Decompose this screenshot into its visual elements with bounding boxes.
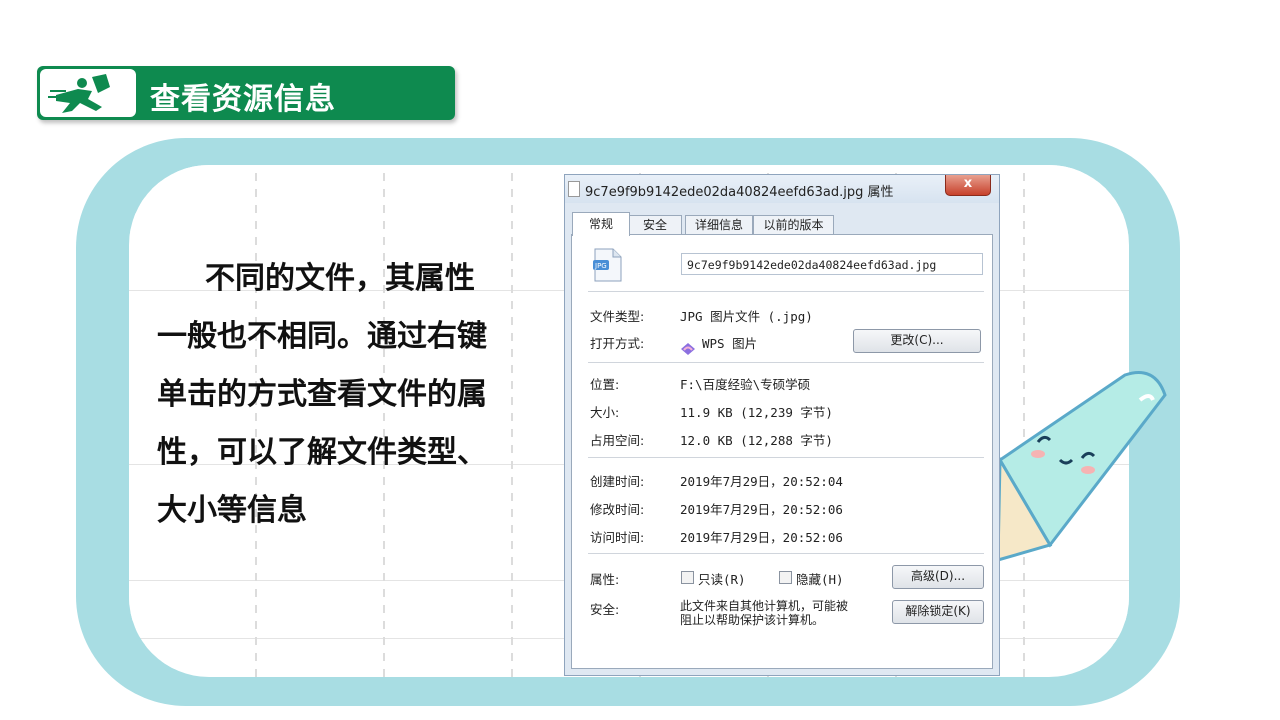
accessed-value: 2019年7月29日，20:52:06 [680,530,843,545]
wps-picture-icon [681,343,695,355]
open-with-label: 打开方式: [590,336,645,351]
change-button[interactable]: 更改(C)... [853,329,981,353]
tab-details[interactable]: 详细信息 [685,215,753,235]
advanced-button[interactable]: 高级(D)... [892,565,984,589]
tab-general[interactable]: 常规 [572,212,630,236]
dialog-titlebar[interactable]: 9c7e9f9b9142ede02da40824eefd63ad.jpg 属性 … [565,175,999,203]
divider [588,291,984,292]
modified-value: 2019年7月29日，20:52:06 [680,502,843,517]
general-panel: JPG 9c7e9f9b9142ede02da40824eefd63ad.jpg… [571,234,993,669]
close-button[interactable]: x [945,175,991,196]
jpg-file-icon: JPG [593,248,622,282]
tab-previous-versions[interactable]: 以前的版本 [753,215,834,235]
divider [588,457,984,458]
location-label: 位置: [590,377,620,392]
security-label: 安全: [590,602,620,617]
size-label: 大小: [590,405,620,420]
page-title: 查看资源信息 [150,82,336,117]
readonly-label: 只读(R) [698,572,746,587]
file-type-label: 文件类型: [590,309,645,324]
created-value: 2019年7月29日，20:52:04 [680,474,843,489]
disk-size-value: 12.0 KB (12,288 字节) [680,433,833,448]
divider [588,362,984,363]
file-icon [568,181,580,197]
hidden-checkbox[interactable] [779,571,792,584]
svg-text:JPG: JPG [594,262,607,270]
modified-label: 修改时间: [590,502,645,517]
file-properties-dialog: 9c7e9f9b9142ede02da40824eefd63ad.jpg 属性 … [564,174,1000,676]
dialog-title: 9c7e9f9b9142ede02da40824eefd63ad.jpg 属性 [585,185,894,200]
created-label: 创建时间: [590,474,645,489]
open-with-value: WPS 图片 [702,336,758,351]
pencil-mascot-icon [996,371,1167,563]
security-text-line-2: 阻止以帮助保护该计算机。 [680,613,825,627]
running-man-icon [40,69,136,117]
tab-security[interactable]: 安全 [628,215,682,235]
description-text: 不同的文件，其属性一般也不相同。通过右键单击的方式查看文件的属性，可以了解文件类… [157,261,487,528]
location-value: F:\百度经验\专硕学硕 [680,377,811,392]
file-type-value: JPG 图片文件 (.jpg) [680,309,813,324]
divider [588,553,984,554]
unblock-button[interactable]: 解除锁定(K) [892,600,984,624]
size-value: 11.9 KB (12,239 字节) [680,405,833,420]
disk-size-label: 占用空间: [590,433,645,448]
attributes-label: 属性: [590,572,620,587]
accessed-label: 访问时间: [590,530,645,545]
readonly-checkbox[interactable] [681,571,694,584]
filename-input[interactable]: 9c7e9f9b9142ede02da40824eefd63ad.jpg [681,253,983,275]
hidden-label: 隐藏(H) [796,572,844,587]
section-banner: 查看资源信息 [37,66,455,120]
